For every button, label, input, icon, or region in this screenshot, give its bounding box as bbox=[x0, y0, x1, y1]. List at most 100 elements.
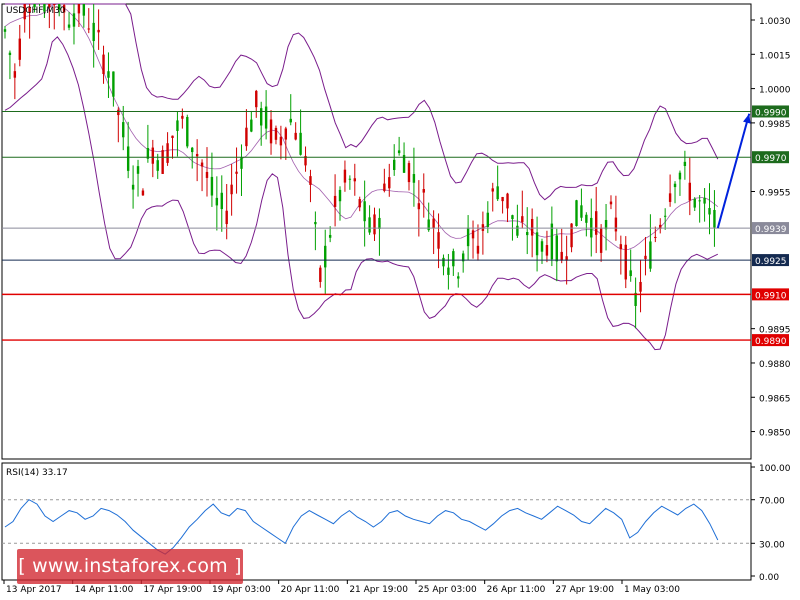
candle-body bbox=[67, 24, 71, 28]
candle-body bbox=[245, 127, 248, 147]
candle-body bbox=[299, 132, 302, 155]
level-label: 0.9970 bbox=[755, 154, 787, 164]
candle-body bbox=[457, 276, 460, 279]
candle-body bbox=[545, 245, 549, 256]
candle-body bbox=[235, 171, 238, 174]
candle-body bbox=[156, 160, 159, 171]
candle-body bbox=[609, 201, 613, 205]
price-tick-label: 0.9850 bbox=[759, 429, 791, 439]
candle-body bbox=[575, 200, 578, 226]
candle-body bbox=[530, 218, 534, 236]
candle-body bbox=[481, 224, 485, 231]
candle-body bbox=[452, 251, 455, 267]
candle-body bbox=[274, 127, 278, 140]
price-tick-label: 0.9955 bbox=[759, 188, 791, 198]
candle-body bbox=[629, 270, 632, 277]
candle-body bbox=[220, 192, 223, 210]
candle-body bbox=[13, 71, 17, 78]
forecast-arrow-head bbox=[743, 113, 751, 124]
candle-body bbox=[186, 116, 189, 147]
candle-body bbox=[585, 214, 588, 223]
candle-body bbox=[393, 159, 396, 170]
candle-body bbox=[535, 232, 539, 256]
x-tick-label: 26 Apr 11:00 bbox=[487, 585, 546, 595]
candle-body bbox=[388, 177, 391, 189]
candle-body bbox=[126, 146, 130, 171]
candle-body bbox=[338, 189, 342, 202]
candle-body bbox=[333, 195, 337, 207]
price-tick-label: 0.9985 bbox=[759, 120, 791, 130]
candle-body bbox=[117, 109, 120, 116]
main-price-panel: 1.00301.00151.00000.99850.99550.98950.98… bbox=[1, 3, 791, 460]
candle-body bbox=[432, 218, 435, 229]
x-tick-label: 21 Apr 19:00 bbox=[349, 585, 408, 595]
candle-body bbox=[141, 190, 145, 196]
candle-body bbox=[437, 232, 440, 249]
candle-body bbox=[205, 171, 209, 178]
candle-body bbox=[363, 201, 366, 222]
x-tick-label: 1 May 03:00 bbox=[624, 585, 680, 595]
candle-body bbox=[107, 71, 110, 78]
candle-body bbox=[314, 221, 317, 225]
candle-body bbox=[373, 214, 376, 235]
candle-body bbox=[550, 223, 554, 260]
candle-body bbox=[496, 186, 499, 200]
candle-body bbox=[516, 225, 519, 236]
candle-body bbox=[713, 209, 716, 228]
candle-body bbox=[624, 244, 627, 280]
price-tick-label: 1.0015 bbox=[759, 51, 791, 61]
price-tick-label: 1.0030 bbox=[759, 17, 791, 27]
candle-body bbox=[599, 227, 603, 253]
candle-body bbox=[191, 147, 194, 153]
candle-body bbox=[407, 163, 411, 183]
level-label: 0.9890 bbox=[755, 337, 787, 347]
candle-body bbox=[289, 118, 292, 123]
candle-body bbox=[230, 184, 233, 195]
candle-body bbox=[353, 178, 356, 182]
candle-body bbox=[3, 29, 7, 32]
candle-body bbox=[250, 119, 253, 132]
candle-body bbox=[501, 196, 504, 202]
candle-body bbox=[87, 28, 90, 30]
candle-body bbox=[654, 236, 657, 239]
instaforex-watermark: [ www.instaforex.com ] bbox=[17, 549, 243, 584]
candle-body bbox=[176, 120, 179, 131]
candle-body bbox=[255, 90, 258, 108]
candle-body bbox=[279, 136, 283, 146]
candle-body bbox=[511, 215, 514, 220]
candle-body bbox=[240, 157, 243, 169]
candle-body bbox=[195, 153, 199, 157]
candle-body bbox=[53, 4, 56, 5]
candle-body bbox=[72, 13, 76, 27]
candle-body bbox=[683, 161, 687, 167]
candle-body bbox=[8, 52, 12, 56]
x-tick-label: 17 Apr 19:00 bbox=[143, 585, 202, 595]
bollinger-upper-band bbox=[5, 3, 719, 201]
rsi-tick-label: 70.00 bbox=[759, 497, 785, 507]
candle-body bbox=[348, 178, 352, 180]
x-tick-label: 20 Apr 11:00 bbox=[281, 585, 340, 595]
rsi-tick-label: 30.00 bbox=[759, 540, 785, 550]
price-tick-label: 1.0000 bbox=[759, 86, 791, 96]
candle-body bbox=[526, 232, 529, 236]
candle-body bbox=[466, 227, 470, 247]
candle-body bbox=[215, 197, 219, 206]
candle-body bbox=[210, 176, 214, 196]
candle-body bbox=[698, 200, 701, 202]
candle-body bbox=[151, 147, 154, 164]
symbol-label: USDCHF,M30 bbox=[6, 6, 66, 16]
candle-body bbox=[294, 132, 297, 140]
candle-body bbox=[703, 197, 706, 204]
candle-body bbox=[264, 106, 268, 129]
candle-body bbox=[82, 4, 86, 16]
candle-body bbox=[259, 108, 263, 126]
candle-body bbox=[491, 188, 494, 192]
candle-body bbox=[378, 217, 381, 229]
candle-body bbox=[447, 267, 450, 275]
candle-body bbox=[383, 183, 386, 191]
x-tick-label: 14 Apr 11:00 bbox=[75, 585, 134, 595]
candle-body bbox=[200, 162, 204, 167]
candle-body bbox=[131, 184, 135, 190]
candle-body bbox=[309, 176, 312, 185]
forecast-arrow-shaft bbox=[716, 113, 751, 229]
